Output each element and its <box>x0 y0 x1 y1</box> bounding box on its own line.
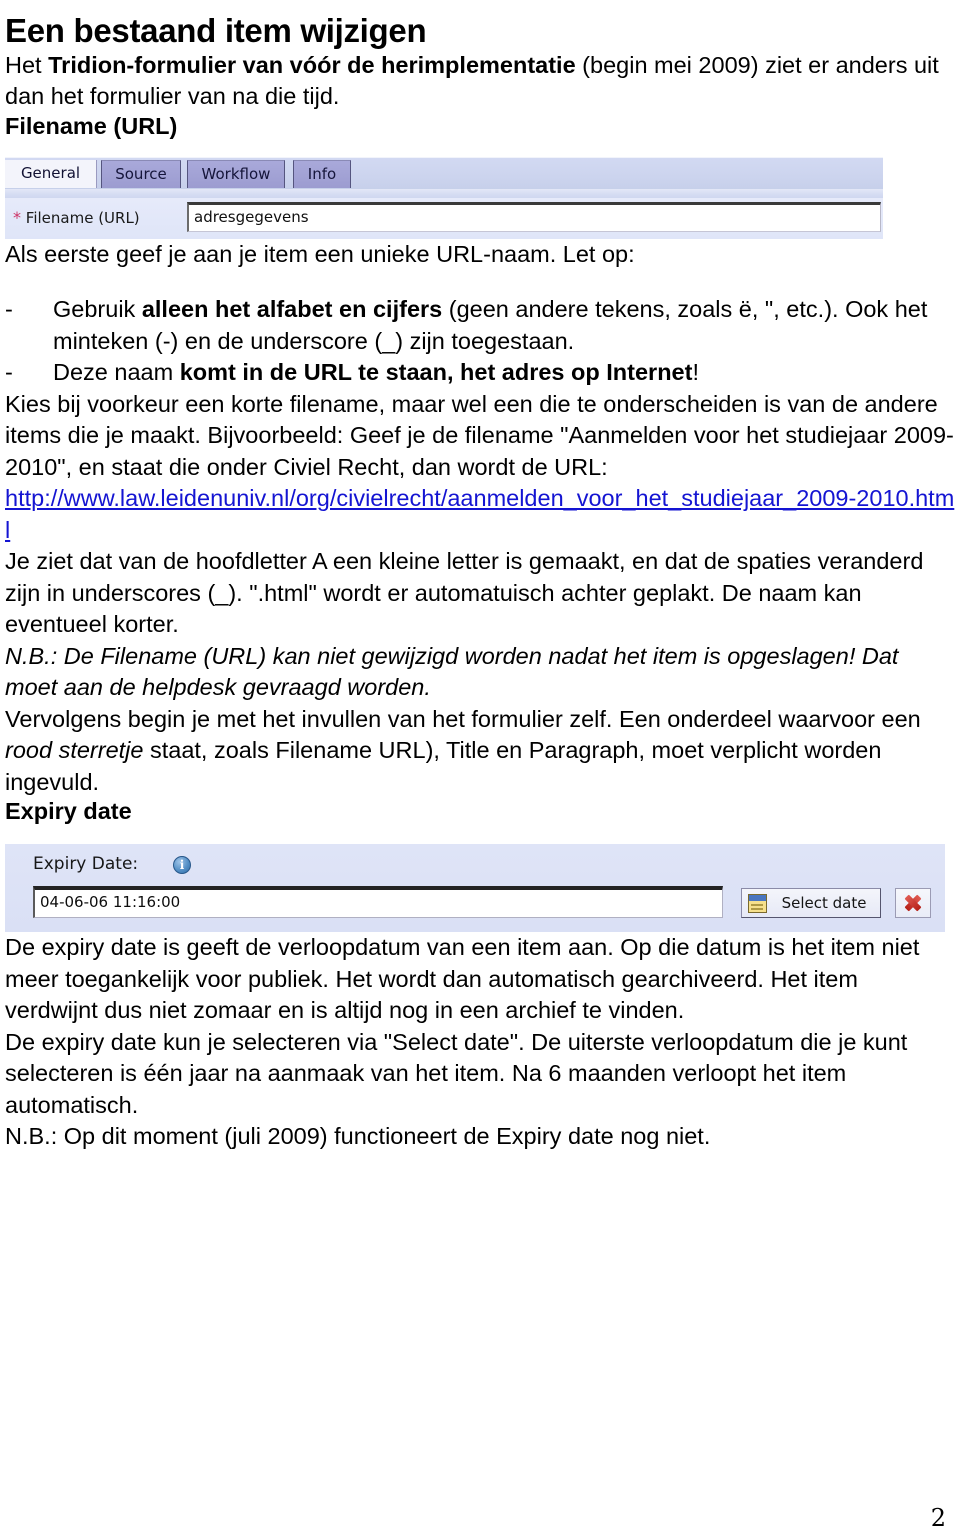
select-date-button[interactable]: Select date <box>741 888 881 919</box>
filename-field-label: * Filename (URL) <box>13 208 140 227</box>
document-page: Een bestaand item wijzigen Het Tridion-f… <box>0 0 960 1540</box>
calendar-icon <box>748 894 767 914</box>
bullet-1-text-1: Deze naam <box>53 359 180 386</box>
close-icon <box>902 892 924 914</box>
paragraph-unique-url: Als eerste geef je aan je item een uniek… <box>5 240 635 267</box>
form-tabstrip: General Source Workflow Info <box>5 156 883 190</box>
page-number: 2 <box>930 1504 946 1532</box>
tabstrip-divider <box>5 188 883 198</box>
section-heading-expiry: Expiry date <box>5 798 132 825</box>
expiry-date-label: Expiry Date: <box>33 854 139 875</box>
after-url-text: Je ziet dat van de hoofdletter A een kle… <box>5 548 924 638</box>
paragraph-expiry-select: De expiry date kun je selecteren via "Se… <box>5 1028 908 1118</box>
tab-info[interactable]: Info <box>293 159 351 188</box>
paragraph-expiry-explain: De expiry date is geeft de verloopdatum … <box>5 934 920 1024</box>
rules-list: - Gebruik alleen het alfabet en cijfers (… <box>5 294 955 388</box>
expiry-date-input[interactable]: 04-06-06 11:16:00 <box>33 886 723 919</box>
list-item: - Gebruik alleen het alfabet en cijfers (… <box>5 294 955 357</box>
intro-text-before: Het <box>5 51 49 78</box>
tab-source[interactable]: Source <box>101 159 181 188</box>
vervolgens-text-1: Vervolgens begin je met het invullen van… <box>5 705 921 732</box>
page-content: Een bestaand item wijzigen Het Tridion-f… <box>5 0 955 1153</box>
tab-workflow[interactable]: Workflow <box>187 159 285 188</box>
clear-date-button[interactable] <box>895 888 931 919</box>
nb-filename-note: N.B.: De Filename (URL) kan niet gewijzi… <box>5 642 899 701</box>
example-url-link[interactable]: http://www.law.leidenuniv.nl/org/civielr… <box>5 485 954 542</box>
vervolgens-italic: rood sterretje <box>5 737 144 764</box>
paragraph-korte-filename: Kies bij voorkeur een korte filename, ma… <box>5 389 955 704</box>
filename-field-row: * Filename (URL) adresgegevens <box>5 197 883 239</box>
required-asterisk-icon: * <box>13 207 21 227</box>
section-heading-filename: Filename (URL) <box>5 112 178 139</box>
filename-input[interactable]: adresgegevens <box>187 201 881 232</box>
tab-general[interactable]: General <box>5 159 97 188</box>
filename-label-text: Filename (URL) <box>25 208 140 227</box>
info-icon-glyph: i <box>179 858 185 873</box>
bullet-0-bold: alleen het alfabet en cijfers <box>141 296 443 323</box>
korte-filename-text: Kies bij voorkeur een korte filename, ma… <box>5 390 954 480</box>
tridion-expiry-form-screenshot: Expiry Date: i 04-06-06 11:16:00 Select … <box>5 844 945 933</box>
bullet-0-text-1: Gebruik <box>53 296 142 323</box>
list-item: - Deze naam komt in de URL te staan, het … <box>5 357 955 388</box>
tridion-filename-form-screenshot: General Source Workflow Info * Filename … <box>5 156 883 239</box>
select-date-button-label: Select date <box>781 894 867 913</box>
intro-text-bold: Tridion-formulier van vóór de herimpleme… <box>48 51 576 78</box>
paragraph-vervolgens: Vervolgens begin je met het invullen van… <box>5 704 955 798</box>
bullet-1-text-2: ! <box>692 359 699 386</box>
paragraph-nb-expiry: N.B.: Op dit moment (juli 2009) function… <box>5 1123 711 1150</box>
page-title: Een bestaand item wijzigen <box>5 12 427 49</box>
list-dash-marker: - <box>5 359 13 386</box>
info-icon[interactable]: i <box>173 856 191 875</box>
list-dash-marker: - <box>5 296 13 323</box>
intro-paragraph: Het Tridion-formulier van vóór de herimp… <box>5 50 950 113</box>
bullet-1-bold: komt in de URL te staan, het adres op In… <box>179 359 693 386</box>
